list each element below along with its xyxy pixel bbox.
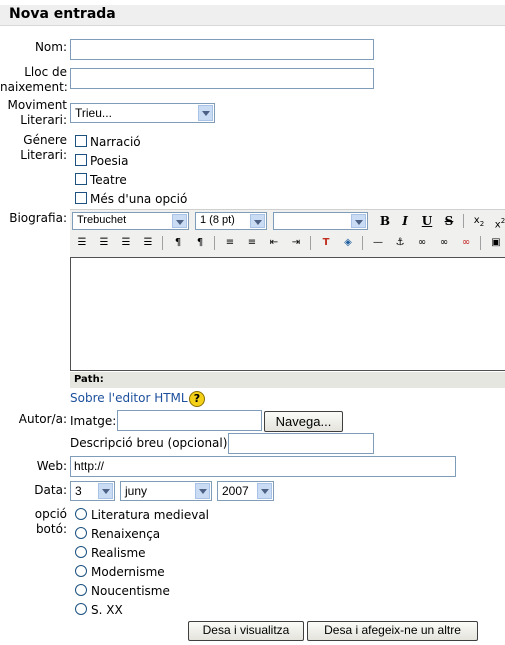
radio-option-label: Renaixença: [91, 527, 161, 541]
toolbar-separator: [480, 236, 481, 250]
genre-option-label: Teatre: [90, 173, 127, 187]
movement-label-line2: Literari:: [20, 113, 67, 127]
unlink-icon[interactable]: ∞: [437, 236, 451, 250]
author-label: Autor/a:: [18, 412, 67, 426]
radio-option-label: S. XX: [91, 603, 123, 617]
genre-option-label: Poesia: [90, 154, 129, 168]
editor-textarea[interactable]: [70, 257, 505, 371]
radio-noucentisme[interactable]: [75, 584, 87, 596]
chevron-down-icon[interactable]: [98, 483, 113, 499]
chevron-down-icon[interactable]: [172, 214, 187, 228]
day-select-value: 3: [75, 484, 82, 498]
radio-group-label: opció botó:: [34, 507, 67, 536]
name-label: Nom:: [34, 40, 67, 54]
form-title: Nova entrada: [9, 6, 116, 22]
subscript-icon[interactable]: x2: [472, 214, 486, 228]
biography-label: Biografia:: [9, 211, 67, 225]
size-select[interactable]: 1 (8 pt): [195, 212, 267, 230]
genre-checkbox-narracio[interactable]: [75, 135, 87, 147]
description-label: Descripció breu (opcional):: [70, 436, 232, 450]
browse-button[interactable]: Navega...: [264, 411, 343, 432]
genre-label-line2: Literari:: [20, 148, 67, 162]
save-view-button[interactable]: Desa i visualitza: [188, 621, 304, 641]
birthplace-label-line1: Lloc de: [24, 65, 67, 79]
movement-select-value: Trieu...: [75, 106, 112, 120]
font-select-value: Trebuchet: [77, 214, 127, 226]
toolbar-separator: [162, 236, 163, 250]
toolbar-separator: [463, 214, 464, 228]
background-color-icon[interactable]: ◈: [341, 236, 355, 250]
radio-option-label: Realisme: [91, 546, 146, 560]
help-icon[interactable]: ?: [189, 391, 205, 407]
movement-label-line1: Moviment: [7, 98, 67, 112]
form-header: Nova entrada: [0, 5, 505, 26]
toolbar-separator: [362, 236, 363, 250]
chevron-down-icon[interactable]: [257, 483, 272, 499]
month-select-value: juny: [125, 484, 148, 498]
web-input[interactable]: http://: [70, 456, 456, 477]
genre-checkbox-mes[interactable]: [75, 192, 87, 204]
align-right-icon[interactable]: ☰: [119, 236, 133, 250]
name-input[interactable]: [70, 39, 374, 60]
year-select-value: 2007: [222, 484, 249, 498]
anchor-icon[interactable]: ⚓: [393, 236, 407, 250]
chevron-down-icon[interactable]: [198, 105, 213, 121]
ordered-list-icon[interactable]: ≡: [223, 236, 237, 250]
indent-icon[interactable]: ⇥: [289, 236, 303, 250]
day-select[interactable]: 3: [70, 481, 115, 501]
genre-label-line1: Génere: [23, 133, 67, 147]
rtl-icon[interactable]: ¶: [193, 236, 207, 250]
genre-option-label: Més d'una opció: [90, 192, 188, 206]
chevron-down-icon[interactable]: [195, 483, 210, 499]
text-color-icon[interactable]: T: [319, 236, 333, 250]
radio-realisme[interactable]: [75, 546, 87, 558]
italic-icon[interactable]: I: [398, 214, 412, 228]
link-icon[interactable]: ∞: [415, 236, 429, 250]
horizontal-rule-icon[interactable]: —: [371, 236, 385, 250]
unordered-list-icon[interactable]: ≡: [245, 236, 259, 250]
genre-checkbox-poesia[interactable]: [75, 154, 87, 166]
editor-help-link[interactable]: Sobre l'editor HTML: [70, 391, 188, 405]
radio-s-xx[interactable]: [75, 603, 87, 615]
nolink-icon[interactable]: ∞: [459, 236, 473, 250]
outdent-icon[interactable]: ⇤: [267, 236, 281, 250]
underline-icon[interactable]: U: [420, 214, 434, 228]
date-label: Data:: [34, 483, 67, 497]
toolbar-separator: [214, 236, 215, 250]
genre-checkbox-teatre[interactable]: [75, 173, 87, 185]
ltr-icon[interactable]: ¶: [171, 236, 185, 250]
radio-literatura-medieval[interactable]: [75, 508, 87, 520]
image-label: Imatge:: [70, 414, 117, 428]
font-select[interactable]: Trebuchet: [72, 212, 189, 230]
superscript-icon[interactable]: x2: [493, 214, 505, 230]
radio-option-label: Modernisme: [91, 565, 165, 579]
image-icon[interactable]: ▣: [489, 236, 503, 250]
bold-icon[interactable]: B: [378, 214, 392, 228]
radio-renaixenca[interactable]: [75, 527, 87, 539]
size-select-value: 1 (8 pt): [200, 214, 235, 226]
image-file-input[interactable]: [117, 410, 262, 431]
chevron-down-icon[interactable]: [250, 214, 265, 228]
radio-option-label: Noucentisme: [91, 584, 170, 598]
month-select[interactable]: juny: [120, 481, 212, 501]
editor-path-label: Path:: [74, 374, 104, 385]
save-add-button[interactable]: Desa i afegeix-ne un altre: [307, 621, 478, 641]
movement-select[interactable]: Trieu...: [70, 103, 215, 123]
radio-option-label: Literatura medieval: [91, 508, 210, 522]
strikethrough-icon[interactable]: S: [442, 214, 456, 228]
chevron-down-icon[interactable]: [351, 214, 366, 228]
year-select[interactable]: 2007: [217, 481, 274, 501]
radio-modernisme[interactable]: [75, 565, 87, 577]
birthplace-input[interactable]: [70, 68, 374, 89]
web-label: Web:: [36, 459, 67, 473]
genre-option-label: Narració: [90, 135, 141, 149]
editor-path-bar: Path:: [70, 372, 505, 388]
align-center-icon[interactable]: ☰: [97, 236, 111, 250]
style-select[interactable]: [273, 212, 368, 230]
description-input[interactable]: [228, 433, 374, 454]
align-left-icon[interactable]: ☰: [75, 236, 89, 250]
justify-icon[interactable]: ☰: [141, 236, 155, 250]
toolbar-separator: [310, 236, 311, 250]
birthplace-label-line2: naixement:: [0, 80, 68, 94]
